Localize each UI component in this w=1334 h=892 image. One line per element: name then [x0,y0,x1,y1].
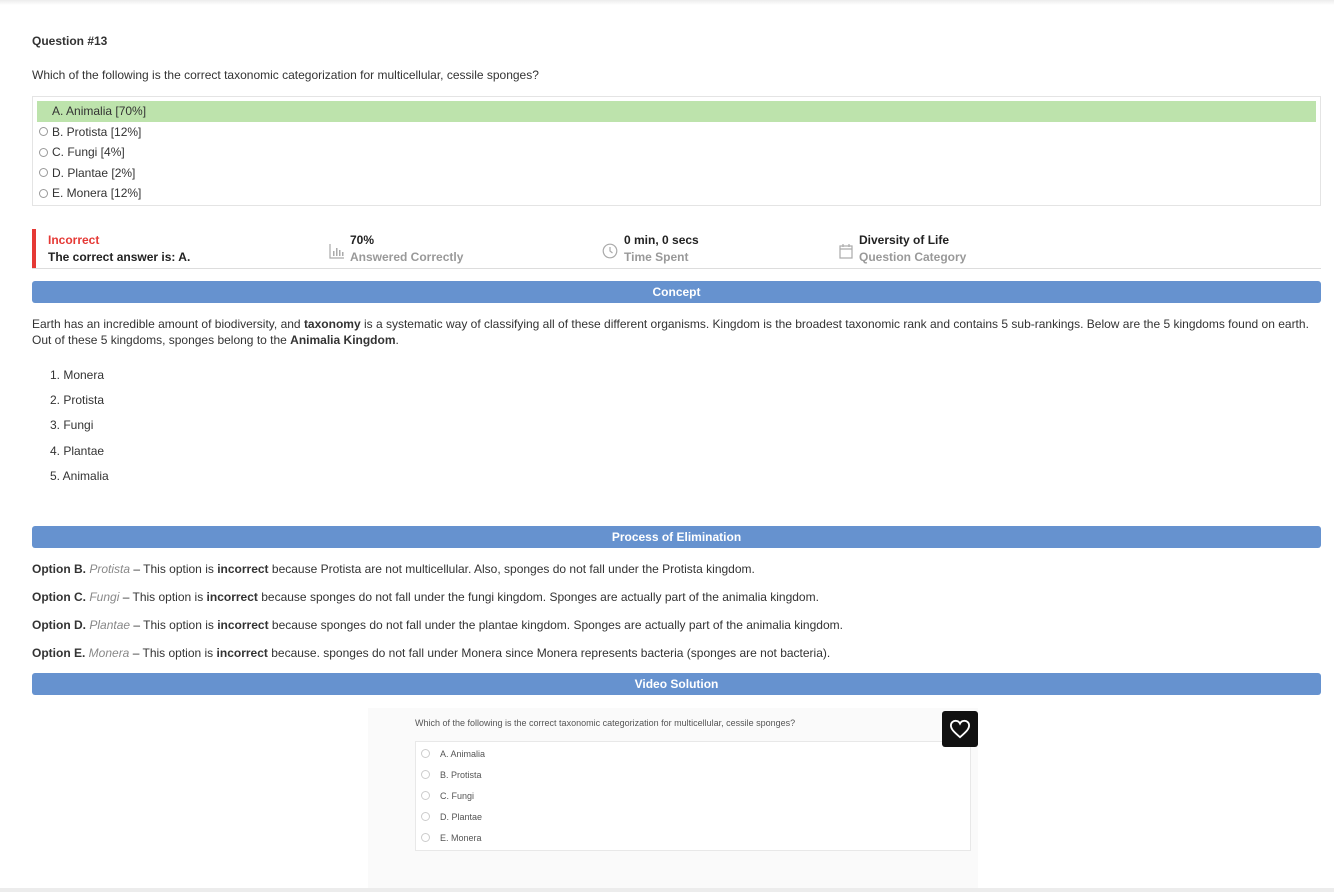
concept-bold-term: Animalia Kingdom [290,333,396,347]
top-shadow [0,0,1334,5]
choice-b[interactable]: B. Protista [12%] [37,122,1316,143]
radio-icon [421,749,430,758]
video-choice: B. Protista [416,764,970,785]
incorrect-label: Incorrect [48,233,100,247]
video-choices: A. Animalia B. Protista C. Fungi D. Plan… [415,741,971,851]
radio-icon [39,168,48,178]
video-choice: A. Animalia [416,743,970,764]
list-item: 2. Protista [50,393,105,408]
video-choice-label: E. Monera [440,832,482,843]
choice-d[interactable]: D. Plantae [2%] [37,163,1316,184]
option-name: Monera [88,646,130,660]
video-player[interactable]: Which of the following is the correct ta… [368,708,978,888]
option-label: Option D. [32,618,86,632]
radio-icon [39,127,48,137]
percent-label: Answered Correctly [350,250,464,264]
choice-e[interactable]: E. Monera [12%] [37,183,1316,204]
calendar-icon [839,244,853,259]
list-item: 4. Plantae [50,443,105,458]
kingdom-list: 1. Monera 2. Protista 3. Fungi 4. Planta… [50,368,109,494]
concept-text: . [395,333,399,347]
concept-bold-term: taxonomy [303,317,361,331]
like-button[interactable] [942,711,978,747]
radio-icon [39,147,48,157]
time-value: 0 min, 0 secs [624,233,699,247]
elimination-item: Option D. Plantae – This option is incor… [32,618,843,632]
video-choice: E. Monera [416,827,970,848]
radio-icon [39,188,48,198]
clock-icon [602,243,618,259]
elimination-item: Option B. Protista – This option is inco… [32,562,755,576]
answer-choices: A. Animalia [70%] B. Protista [12%] C. F… [32,96,1321,206]
list-item: 1. Monera [50,368,105,382]
radio-icon [421,812,430,821]
percent-stat: 70% Answered Correctly [350,233,463,264]
option-text: – This option is [119,590,207,604]
elimination-banner: Process of Elimination [32,526,1321,548]
time-label: Time Spent [624,250,689,264]
category-label: Question Category [859,250,967,264]
video-choice-label: A. Animalia [440,748,486,759]
question-text: Which of the following is the correct ta… [32,68,539,82]
video-choice: D. Plantae [416,806,970,827]
result-bar: Incorrect The correct answer is: A. 70% … [32,229,1321,269]
correct-answer-text: The correct answer is: A. [48,250,191,264]
radio-icon [421,791,430,800]
list-item: 5. Animalia [50,468,109,483]
option-label: Option B. [32,562,86,576]
option-label: Option C. [32,590,86,604]
option-verdict: incorrect [217,562,269,576]
choice-a[interactable]: A. Animalia [70%] [37,101,1316,122]
concept-paragraph: Earth has an incredible amount of biodiv… [32,316,1312,348]
option-text: because Protista are not multicellular. … [268,562,755,576]
option-name: Plantae [89,618,131,632]
bottom-divider [0,888,1334,892]
choice-label: D. Plantae [2%] [52,165,136,180]
video-question-text: Which of the following is the correct ta… [415,718,796,728]
result-status: Incorrect The correct answer is: A. [48,233,190,264]
list-item: 3. Fungi [50,418,94,433]
concept-banner: Concept [32,281,1321,303]
option-name: Protista [89,562,131,576]
video-choice: C. Fungi [416,785,970,806]
choice-label: E. Monera [12%] [52,186,142,201]
choice-label: B. Protista [12%] [52,124,142,139]
category-value: Diversity of Life [859,233,950,247]
video-choice-label: D. Plantae [440,811,483,822]
elimination-item: Option C. Fungi – This option is incorre… [32,590,819,604]
option-text: – This option is [130,562,218,576]
choice-c[interactable]: C. Fungi [4%] [37,142,1316,163]
elimination-item: Option E. Monera – This option is incorr… [32,646,830,660]
heart-icon [949,719,971,739]
option-verdict: incorrect [206,590,258,604]
option-text: – This option is [130,618,218,632]
time-stat: 0 min, 0 secs Time Spent [624,233,699,264]
option-text: – This option is [129,646,217,660]
radio-icon [421,833,430,842]
incorrect-indicator [32,229,36,268]
percent-value: 70% [350,233,375,247]
choice-label: C. Fungi [4%] [52,145,125,160]
concept-text: Earth has an incredible amount of biodiv… [32,317,304,331]
choice-label: A. Animalia [70%] [52,104,147,119]
video-banner: Video Solution [32,673,1321,695]
option-label: Option E. [32,646,86,660]
option-text: because sponges do not fall under the pl… [268,618,843,632]
bar-chart-icon [329,244,344,259]
radio-icon [421,770,430,779]
option-name: Fungi [89,590,120,604]
question-title: Question #13 [32,34,108,48]
option-text: because. sponges do not fall under Moner… [267,646,831,660]
category-stat: Diversity of Life Question Category [859,233,966,264]
option-text: because sponges do not fall under the fu… [257,590,819,604]
video-choice-label: B. Protista [440,769,482,780]
video-choice-label: C. Fungi [440,790,475,801]
option-verdict: incorrect [216,646,268,660]
option-verdict: incorrect [217,618,269,632]
